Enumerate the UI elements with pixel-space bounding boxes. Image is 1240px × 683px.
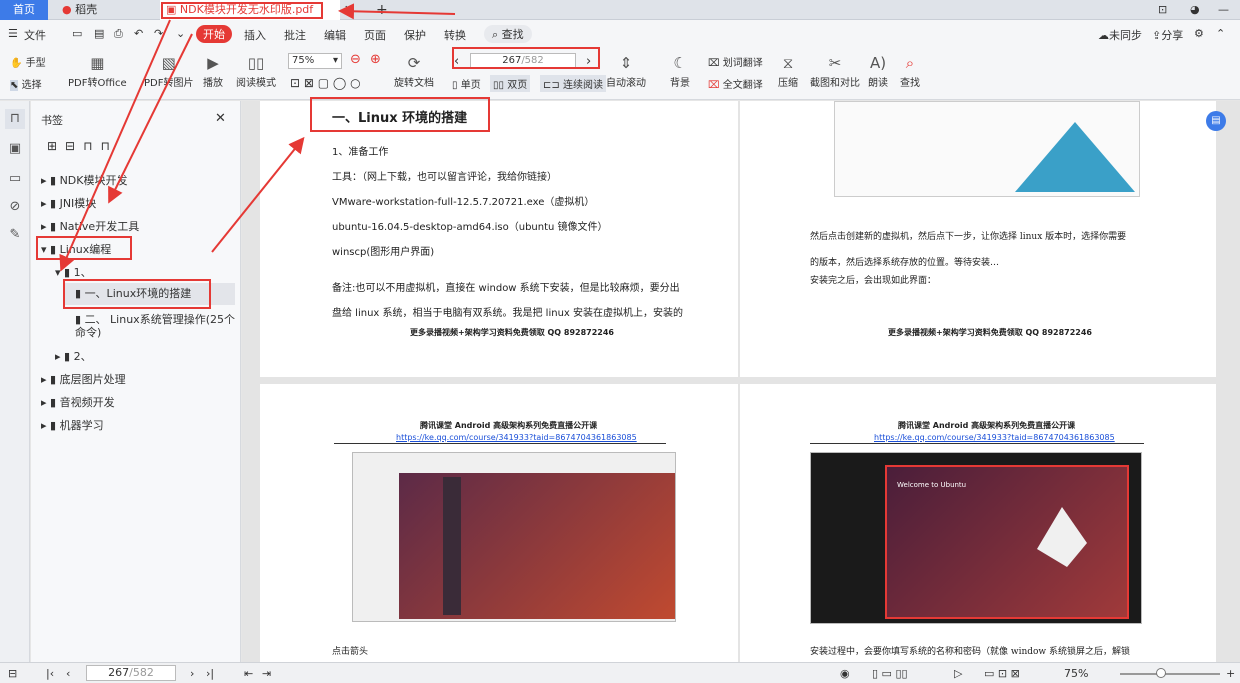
zoom-slider[interactable]: [1120, 673, 1220, 675]
fit-status-icons[interactable]: ▭ ⊡ ⊠: [984, 667, 1020, 680]
status-zoom[interactable]: 75%: [1064, 667, 1088, 680]
zoom-slider-handle[interactable]: [1156, 668, 1166, 678]
status-page-input[interactable]: 267/582: [86, 665, 176, 681]
prev-page-button[interactable]: ‹: [66, 667, 70, 680]
last-page-icon[interactable]: ›|: [206, 667, 214, 680]
view-mode-icons[interactable]: ▯ ▭ ▯▯: [872, 667, 908, 680]
next-page-button[interactable]: ›: [190, 667, 194, 680]
status-page-current: 267: [108, 666, 130, 679]
play-status-icon[interactable]: ▷: [954, 667, 962, 680]
zoom-in-status-icon[interactable]: +: [1226, 667, 1235, 680]
sidebar-toggle-icon[interactable]: ⊟: [8, 667, 17, 680]
back-icon[interactable]: ⇤: [244, 667, 253, 680]
annotation-arrows: [59, 3, 456, 272]
forward-icon[interactable]: ⇥: [262, 667, 271, 680]
status-page-total: /582: [129, 666, 154, 679]
first-page-icon[interactable]: |‹: [46, 667, 54, 680]
eye-icon[interactable]: ◉: [840, 667, 850, 680]
status-bar: ⊟ |‹ ‹ 267/582 › ›| ⇤ ⇥ ◉ ▯ ▭ ▯▯ ▷ ▭ ⊡ ⊠…: [0, 662, 1240, 683]
